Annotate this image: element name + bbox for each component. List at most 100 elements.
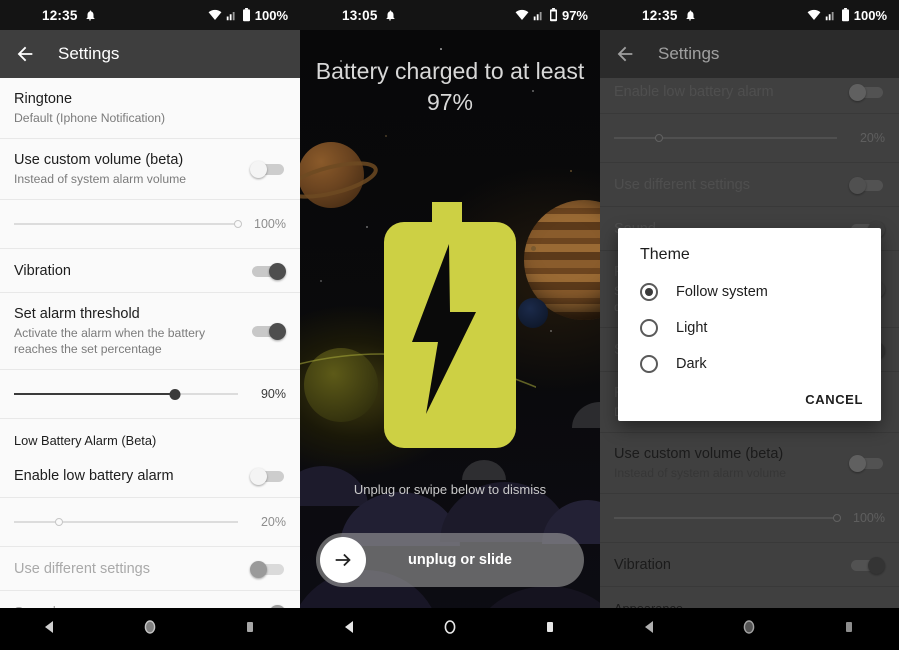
radio-button-icon[interactable] xyxy=(640,355,658,373)
status-bar-right: 100% xyxy=(208,8,288,23)
status-bar-right: 97% xyxy=(515,8,588,23)
list-item-ringtone[interactable]: Ringtone Default (Iphone Notification) xyxy=(0,78,300,139)
radio-option-dark[interactable]: Dark xyxy=(618,346,881,382)
cancel-button[interactable]: CANCEL xyxy=(805,392,863,407)
back-arrow-icon[interactable] xyxy=(14,43,36,65)
nav-home-circle-icon[interactable] xyxy=(741,619,757,640)
row-text: Enable low battery alarm xyxy=(14,467,250,485)
page-title: Settings xyxy=(658,44,720,63)
nav-home-circle-icon[interactable] xyxy=(442,619,458,640)
nav-back-triangle-icon[interactable] xyxy=(642,619,658,640)
list-item-use-custom-volume[interactable]: Use custom volume (beta) Instead of syst… xyxy=(0,139,300,200)
cloud-decoration xyxy=(572,402,600,428)
panel-charging-alarm: 13:05 97% Battery charged to at least 97… xyxy=(300,0,600,650)
status-bar-right: 100% xyxy=(807,8,887,23)
theme-dialog: Theme Follow system Light Dark CANCEL xyxy=(618,228,881,421)
status-bar-panel3: 12:35 100% xyxy=(600,0,899,30)
planet-blue xyxy=(518,298,548,328)
bell-icon xyxy=(84,9,96,22)
row-subtitle: Default (Iphone Notification) xyxy=(14,111,166,125)
status-bar-left: 12:35 xyxy=(42,8,96,23)
toggle-set-alarm-threshold[interactable] xyxy=(250,323,286,340)
status-bar-left: 13:05 xyxy=(342,8,396,23)
star-decoration xyxy=(550,330,552,332)
radio-option-label: Follow system xyxy=(676,284,768,300)
nav-home-circle-icon[interactable] xyxy=(142,619,158,640)
low-battery-slider[interactable] xyxy=(14,514,238,530)
nav-recents-square-icon[interactable] xyxy=(841,619,857,640)
back-arrow-icon[interactable] xyxy=(614,43,636,65)
status-bar-left: 12:35 xyxy=(642,8,696,23)
slider-row-volume[interactable]: 100% xyxy=(0,200,300,249)
list-item-use-different-settings[interactable]: Use different settings xyxy=(0,547,300,591)
threshold-slider[interactable] xyxy=(14,386,238,402)
radio-option-follow-system[interactable]: Follow system xyxy=(618,274,881,310)
radio-button-icon[interactable] xyxy=(640,319,658,337)
star-decoration xyxy=(570,170,572,172)
row-title: Ringtone xyxy=(14,91,73,107)
toggle-vibration[interactable] xyxy=(250,262,286,280)
toolbar-panel3: Settings xyxy=(600,30,899,78)
row-text: Ringtone Default (Iphone Notification) xyxy=(14,90,286,126)
wifi-icon xyxy=(208,9,222,21)
unplug-or-slide-button[interactable]: unplug or slide xyxy=(316,533,584,587)
nav-segment-panel1 xyxy=(0,608,300,650)
status-battery-text: 100% xyxy=(853,7,887,23)
row-text: Use different settings xyxy=(14,560,250,578)
dialog-actions: CANCEL xyxy=(618,382,881,421)
nav-segment-panel2 xyxy=(300,608,600,650)
toggle-enable-low-battery-alarm[interactable] xyxy=(250,467,286,485)
dismiss-hint: Unplug or swipe below to dismiss xyxy=(353,482,547,497)
list-item-enable-low-battery-alarm[interactable]: Enable low battery alarm xyxy=(0,454,300,498)
radio-button-icon[interactable] xyxy=(640,283,658,301)
status-time: 12:35 xyxy=(642,7,678,23)
wifi-icon xyxy=(807,9,821,21)
android-navigation-bar xyxy=(0,608,899,650)
star-decoration xyxy=(385,135,387,137)
signal-icon xyxy=(825,9,837,21)
settings-list-panel1[interactable]: Ringtone Default (Iphone Notification) U… xyxy=(0,78,300,650)
battery-icon xyxy=(841,8,850,22)
page-title: Settings xyxy=(58,44,120,63)
list-item-vibration[interactable]: Vibration xyxy=(0,249,300,293)
volume-slider[interactable] xyxy=(14,216,242,232)
list-item-set-alarm-threshold[interactable]: Set alarm threshold Activate the alarm w… xyxy=(0,293,300,370)
nav-recents-square-icon[interactable] xyxy=(542,619,558,640)
status-battery-text: 100% xyxy=(254,7,288,23)
nav-segment-panel3 xyxy=(600,608,899,650)
status-time: 12:35 xyxy=(42,7,78,23)
status-bar-panel1: 12:35 100% xyxy=(0,0,300,30)
wifi-icon xyxy=(515,9,529,21)
nav-recents-square-icon[interactable] xyxy=(242,619,258,640)
status-battery-text: 97% xyxy=(561,7,588,23)
panel-settings-theme-dialog: 12:35 100% Settings Enable low battery a… xyxy=(600,0,899,650)
signal-icon xyxy=(226,9,238,21)
nav-back-triangle-icon[interactable] xyxy=(42,619,58,640)
battery-icon xyxy=(549,8,558,22)
toggle-use-different-settings[interactable] xyxy=(250,560,286,578)
planet-saturn xyxy=(300,138,378,214)
toggle-use-custom-volume[interactable] xyxy=(250,161,286,178)
slide-button-label: unplug or slide xyxy=(408,552,512,568)
row-text: Vibration xyxy=(14,262,250,280)
toolbar-panel1: Settings xyxy=(0,30,300,78)
three-panel-screenshot: 12:35 100% Settings Ringtone Default (Ip… xyxy=(0,0,899,650)
volume-slider-value: 100% xyxy=(254,217,286,231)
radio-option-light[interactable]: Light xyxy=(618,310,881,346)
row-title: Enable low battery alarm xyxy=(14,467,174,484)
battery-charging-graphic xyxy=(384,202,516,453)
threshold-slider-value: 90% xyxy=(260,387,286,401)
nav-back-triangle-icon[interactable] xyxy=(342,619,358,640)
row-text: Use custom volume (beta) Instead of syst… xyxy=(14,151,250,187)
row-title: Use custom volume (beta) xyxy=(14,152,184,168)
bell-icon xyxy=(684,9,696,22)
slider-row-low-battery[interactable]: 20% xyxy=(0,498,300,547)
radio-option-label: Dark xyxy=(676,356,707,372)
bell-icon xyxy=(384,9,396,22)
status-bar-panel2: 13:05 97% xyxy=(300,0,600,30)
row-subtitle: Activate the alarm when the battery reac… xyxy=(14,326,206,356)
arrow-right-icon[interactable] xyxy=(320,537,366,583)
signal-icon xyxy=(533,9,545,21)
cloud-decoration xyxy=(462,460,506,480)
slider-row-threshold[interactable]: 90% xyxy=(0,370,300,419)
